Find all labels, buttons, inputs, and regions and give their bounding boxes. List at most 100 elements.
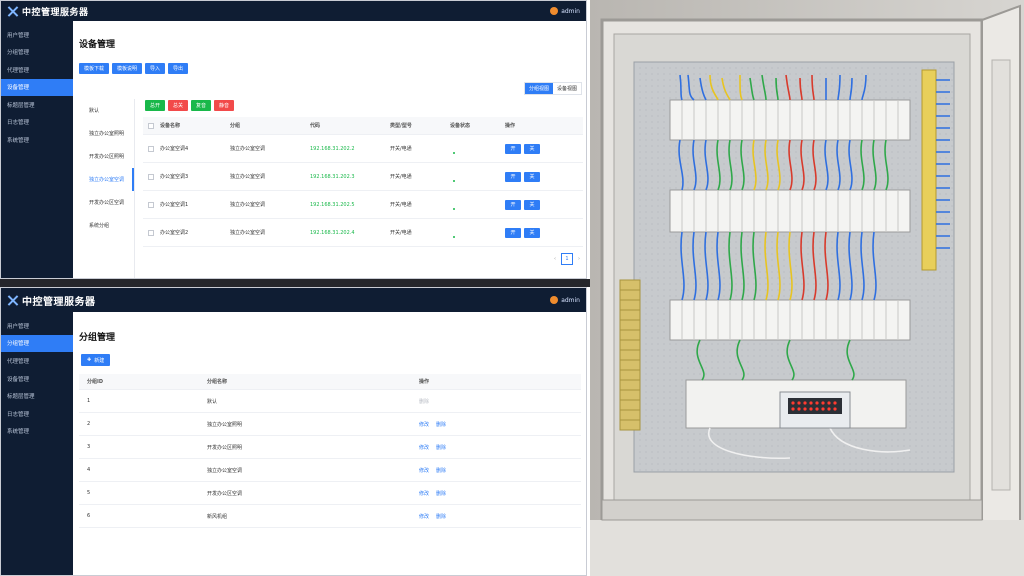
turn-on-button[interactable]: 开 xyxy=(505,171,521,182)
turn-off-button[interactable]: 关 xyxy=(524,171,540,182)
table-row: 2 独立办公室照明 修改 删除 xyxy=(79,413,581,436)
sidebar-item-users[interactable]: 用户管理 xyxy=(1,317,73,335)
group-item-active[interactable]: 独立办公室空调 xyxy=(81,168,134,191)
device-group: 独立办公室空调 xyxy=(230,230,266,236)
next-page-icon[interactable]: › xyxy=(578,256,580,262)
delete-link[interactable]: 删除 xyxy=(436,444,446,451)
tab-group-view[interactable]: 分组视图 xyxy=(524,83,553,94)
device-group: 独立办公室空调 xyxy=(230,146,266,152)
column-header: 类型/型号 xyxy=(390,123,412,129)
control-buttons: 总开 总关 复音 静音 xyxy=(145,100,237,111)
new-group-button[interactable]: ✚ 新建 xyxy=(81,354,111,366)
device-table: 设备名称 分组 代码 类型/型号 设备状态 操作 办公室空调4 独立办公室空调 … xyxy=(143,117,583,247)
sidebar-item-titles[interactable]: 标题层管理 xyxy=(1,387,73,405)
prev-page-icon[interactable]: ‹ xyxy=(554,256,556,262)
page-number[interactable]: 1 xyxy=(561,253,573,265)
sidebar-item-groups[interactable]: 分组管理 xyxy=(1,334,73,353)
turn-off-button[interactable]: 关 xyxy=(524,143,540,154)
group-name: 默认 xyxy=(207,398,218,405)
import-button[interactable]: 导入 xyxy=(145,63,166,74)
group-id: 5 xyxy=(87,490,91,496)
main-content: 设备管理 模板下载 模板说明 导入 导出 分组视图 设备视图 默认 独立办公室照… xyxy=(73,21,586,278)
logo-icon xyxy=(7,6,18,17)
delete-link[interactable]: 删除 xyxy=(436,513,446,520)
edit-link[interactable]: 修改 xyxy=(419,444,429,451)
main-content: 分组管理 ✚ 新建 分组ID 分组名称 操作 1 默认 删除 2 独立办公室照明… xyxy=(73,312,586,575)
sidebar: 用户管理 分组管理 代理管理 设备管理 标题层管理 日志管理 系统管理 xyxy=(1,312,73,575)
group-item[interactable]: 开发办公区照明 xyxy=(81,145,134,168)
group-name: 开发办公区空调 xyxy=(207,490,243,497)
device-name: 办公室空调1 xyxy=(160,202,189,208)
column-header: 分组名称 xyxy=(207,379,228,385)
device-management-window: 中控管理服务器 admin 用户管理 分组管理 代理管理 设备管理 标题层管理 … xyxy=(0,0,587,279)
device-type: 开关/电通 xyxy=(390,146,412,152)
select-all-checkbox[interactable] xyxy=(148,122,154,129)
group-item[interactable]: 默认 xyxy=(81,99,134,122)
sidebar-item-agents[interactable]: 代理管理 xyxy=(1,61,73,79)
sidebar-item-system[interactable]: 系统管理 xyxy=(1,131,73,149)
delete-link[interactable]: 删除 xyxy=(436,490,446,497)
table-row: 办公室空调1 独立办公室空调 192.168.31.202.5 开关/电通 开关 xyxy=(143,191,583,219)
turn-on-button[interactable]: 开 xyxy=(505,227,521,238)
delete-link[interactable]: 删除 xyxy=(436,421,446,428)
turn-on-button[interactable]: 开 xyxy=(505,199,521,210)
delete-link[interactable]: 删除 xyxy=(436,467,446,474)
group-item[interactable]: 独立办公室照明 xyxy=(81,122,134,145)
user-menu[interactable]: admin xyxy=(550,7,580,15)
device-group: 独立办公室空调 xyxy=(230,202,266,208)
template-help-button[interactable]: 模板说明 xyxy=(112,63,143,74)
sidebar-item-users[interactable]: 用户管理 xyxy=(1,26,73,44)
template-download-button[interactable]: 模板下载 xyxy=(79,63,110,74)
group-list: 默认 独立办公室照明 开发办公区照明 独立办公室空调 开发办公区空调 系统分组 xyxy=(81,99,135,278)
sidebar-item-agents[interactable]: 代理管理 xyxy=(1,352,73,370)
row-checkbox[interactable] xyxy=(148,145,154,152)
user-menu[interactable]: admin xyxy=(550,296,580,304)
export-button[interactable]: 导出 xyxy=(168,63,189,74)
edit-link[interactable]: 修改 xyxy=(419,467,429,474)
device-name: 办公室空调2 xyxy=(160,230,189,236)
top-bar: 中控管理服务器 admin xyxy=(1,288,586,312)
column-header: 分组ID xyxy=(87,379,104,385)
sidebar-item-system[interactable]: 系统管理 xyxy=(1,423,73,441)
row-checkbox[interactable] xyxy=(148,173,154,180)
app-title: 中控管理服务器 xyxy=(22,296,96,308)
group-name: 独立办公室空调 xyxy=(207,467,243,474)
group-id: 3 xyxy=(87,444,91,450)
row-checkbox[interactable] xyxy=(148,229,154,236)
sidebar-item-devices[interactable]: 设备管理 xyxy=(1,370,73,388)
group-item[interactable]: 开发办公区空调 xyxy=(81,191,134,214)
row-checkbox[interactable] xyxy=(148,201,154,208)
edit-link[interactable]: 修改 xyxy=(419,421,429,428)
toolbar: 模板下载 模板说明 导入 导出 xyxy=(79,63,191,74)
avatar xyxy=(550,296,559,304)
edit-link[interactable]: 修改 xyxy=(419,490,429,497)
turn-off-button[interactable]: 关 xyxy=(524,227,540,238)
sidebar-item-titles[interactable]: 标题层管理 xyxy=(1,96,73,114)
device-type: 开关/电通 xyxy=(390,230,412,236)
group-management-window: 中控管理服务器 admin 用户管理 分组管理 代理管理 设备管理 标题层管理 … xyxy=(0,287,587,576)
sidebar-item-groups[interactable]: 分组管理 xyxy=(1,44,73,62)
group-name: 新风机组 xyxy=(207,513,228,520)
add-icon: ✚ xyxy=(87,357,92,363)
page-title: 分组管理 xyxy=(79,333,116,343)
sound-on-button[interactable]: 复音 xyxy=(191,100,212,111)
column-header: 操作 xyxy=(419,379,430,385)
all-on-button[interactable]: 总开 xyxy=(145,100,166,111)
turn-on-button[interactable]: 开 xyxy=(505,143,521,154)
sidebar-item-devices[interactable]: 设备管理 xyxy=(1,78,73,96)
device-code: 192.168.31.202.4 xyxy=(310,229,355,236)
turn-off-button[interactable]: 关 xyxy=(524,199,540,210)
table-row: 6 新风机组 修改 删除 xyxy=(79,505,581,528)
device-name: 办公室空调3 xyxy=(160,174,189,180)
group-item[interactable]: 系统分组 xyxy=(81,214,134,237)
edit-link[interactable]: 修改 xyxy=(419,513,429,520)
window-divider xyxy=(0,279,590,287)
sidebar-item-logs[interactable]: 日志管理 xyxy=(1,405,73,423)
group-id: 4 xyxy=(87,467,91,473)
user-name: admin xyxy=(561,7,580,15)
tab-device-view[interactable]: 设备视图 xyxy=(552,83,581,94)
device-code: 192.168.31.202.2 xyxy=(310,145,355,152)
mute-button[interactable]: 静音 xyxy=(214,100,235,111)
sidebar-item-logs[interactable]: 日志管理 xyxy=(1,114,73,132)
all-off-button[interactable]: 总关 xyxy=(168,100,189,111)
